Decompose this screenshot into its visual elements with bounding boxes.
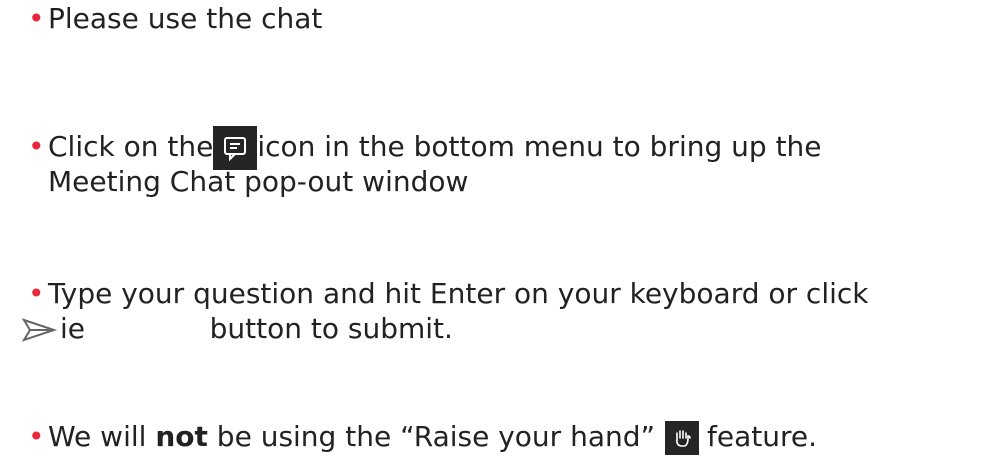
bullet-4-middle: be using the “Raise your hand” bbox=[216, 420, 656, 453]
bullet-dot-1: • bbox=[28, 2, 45, 35]
bullet-text-1: Please use the chat bbox=[48, 2, 322, 36]
bullet-3-fragment: ie bbox=[60, 312, 86, 345]
bullet-dot-4: • bbox=[28, 420, 45, 453]
bullet-1-text: Please use the chat bbox=[48, 2, 323, 35]
raise-hand-icon bbox=[665, 421, 700, 455]
send-icon bbox=[20, 315, 60, 345]
bullet-text-4: We will not be using the “Raise your han… bbox=[48, 420, 817, 455]
bullet-text-3-line1: Type your question and hit Enter on your… bbox=[48, 277, 869, 311]
bullet-4-before: We will bbox=[48, 420, 147, 453]
bullet-text-2-line1: Click on the icon in the bottom menu to … bbox=[48, 126, 822, 170]
bullet-text-2-line2: Meeting Chat pop-out window bbox=[48, 165, 468, 199]
bullet-3-line1: Type your question and hit Enter on your… bbox=[48, 277, 869, 310]
bullet-2-after: icon in the bottom menu to bring up the bbox=[257, 130, 822, 163]
bullet-dot-2: • bbox=[28, 130, 45, 163]
bullet-2-before: Click on the bbox=[48, 130, 214, 163]
bullet-2-line2: Meeting Chat pop-out window bbox=[48, 165, 469, 198]
bullet-3-gap bbox=[85, 312, 210, 345]
chat-icon bbox=[213, 126, 258, 170]
bullet-4-after: feature. bbox=[707, 420, 818, 453]
bullet-text-3-line2: ie button to submit. bbox=[20, 312, 453, 346]
bullet-4-bold: not bbox=[155, 420, 208, 453]
bullet-dot-3: • bbox=[28, 277, 45, 310]
bullet-3-after: button to submit. bbox=[209, 312, 453, 345]
